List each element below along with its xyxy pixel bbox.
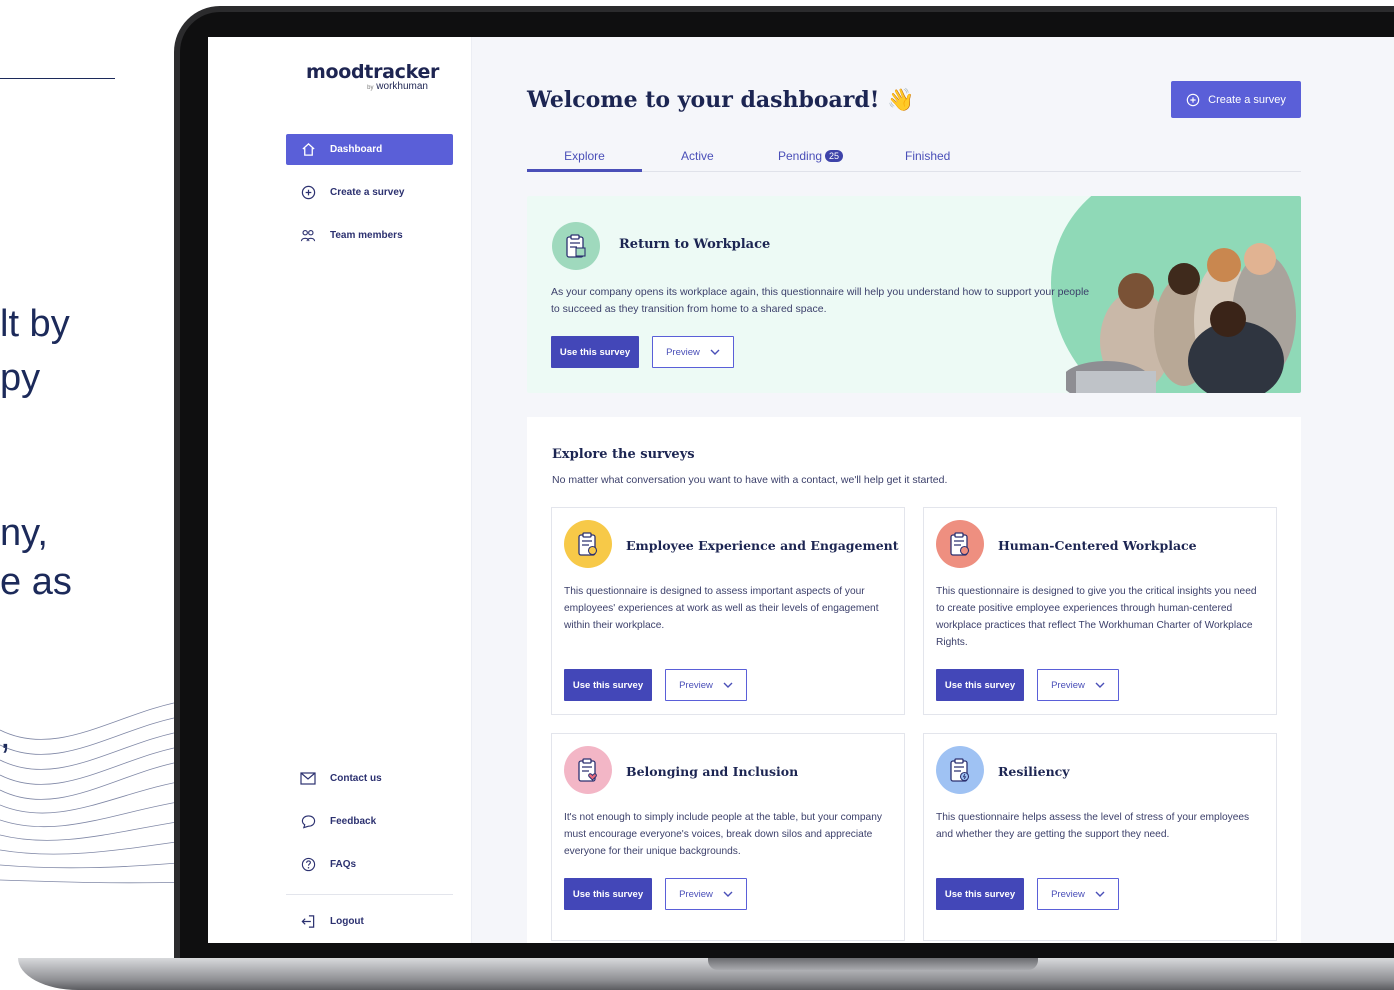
sidebar: moodtracker by workhuman Dashboard Creat…: [208, 37, 472, 943]
preview-button[interactable]: Preview: [1037, 669, 1119, 701]
sidebar-item-team-members[interactable]: Team members: [286, 220, 453, 251]
slide-text-fragment: py: [0, 357, 41, 399]
tab-pending[interactable]: Pending 25: [778, 149, 844, 172]
sidebar-item-faqs[interactable]: FAQs: [286, 849, 453, 880]
survey-card-description: This questionnaire helps assess the leve…: [936, 812, 1250, 840]
slide-stage: lt by py ny, e as , moodtracker by workh…: [0, 0, 1394, 990]
logout-icon: [300, 914, 316, 930]
clipboard-icon: [564, 520, 612, 568]
preview-button[interactable]: Preview: [665, 878, 747, 910]
home-icon: [300, 142, 316, 158]
slide-text-fragment: lt by: [0, 303, 70, 345]
tab-active[interactable]: Active: [681, 149, 714, 172]
team-photo: [1066, 243, 1296, 393]
use-survey-button[interactable]: Use this survey: [936, 669, 1024, 701]
preview-button[interactable]: Preview: [665, 669, 747, 701]
chevron-down-icon: [1095, 682, 1105, 689]
plus-circle-icon: [300, 185, 316, 201]
sidebar-item-logout[interactable]: Logout: [286, 906, 453, 937]
clipboard-icon: [552, 222, 600, 270]
sidebar-item-feedback[interactable]: Feedback: [286, 806, 453, 837]
explore-surveys-panel: Explore the surveys No matter what conve…: [527, 417, 1301, 943]
survey-card-description: This questionnaire is designed to assess…: [564, 586, 879, 631]
sidebar-divider: [286, 894, 453, 895]
decorative-waves: [0, 699, 190, 884]
use-survey-button[interactable]: Use this survey: [564, 669, 652, 701]
featured-survey-card: Return to Workplace As your company open…: [527, 196, 1301, 393]
pending-count-badge: 25: [825, 150, 844, 162]
tab-bar: Explore Active Pending 25 Finished: [527, 141, 1301, 172]
chevron-down-icon: [1095, 891, 1105, 898]
team-icon: [300, 228, 316, 244]
laptop-base: [18, 958, 1394, 990]
preview-label: Preview: [666, 346, 700, 358]
sidebar-item-create-survey[interactable]: Create a survey: [286, 177, 453, 208]
use-survey-button[interactable]: Use this survey: [936, 878, 1024, 910]
survey-card-title: Employee Experience and Engagement: [626, 538, 899, 553]
create-survey-label: Create a survey: [1208, 93, 1286, 106]
preview-label: Preview: [679, 679, 713, 691]
survey-card-title: Human-Centered Workplace: [998, 538, 1197, 553]
sidebar-item-label: Team members: [330, 230, 403, 241]
question-circle-icon: [300, 857, 316, 873]
sidebar-item-label: Dashboard: [330, 144, 383, 155]
chevron-down-icon: [723, 682, 733, 689]
slide-divider-line: [0, 78, 115, 79]
preview-label: Preview: [1051, 679, 1085, 691]
laptop-hinge-notch: [708, 958, 1038, 970]
sidebar-item-label: Contact us: [330, 773, 382, 784]
slide-text-fragment: ny,: [0, 512, 48, 554]
page-title: Welcome to your dashboard! 👋: [527, 87, 915, 113]
mail-icon: [300, 771, 316, 787]
use-survey-button[interactable]: Use this survey: [564, 878, 652, 910]
clipboard-icon: [564, 746, 612, 794]
survey-card: Belonging and Inclusion It's not enough …: [551, 733, 905, 941]
slide-text-fragment: e as: [0, 561, 72, 603]
survey-card: Human-Centered Workplace This questionna…: [923, 507, 1277, 715]
section-title: Explore the surveys: [552, 447, 695, 462]
section-subtitle: No matter what conversation you want to …: [552, 474, 948, 486]
sidebar-item-label: Feedback: [330, 816, 377, 827]
use-survey-button[interactable]: Use this survey: [551, 336, 639, 368]
survey-card: Resiliency This questionnaire helps asse…: [923, 733, 1277, 941]
survey-card-description: This questionnaire is designed to give y…: [936, 586, 1257, 648]
preview-label: Preview: [1051, 888, 1085, 900]
preview-button[interactable]: Preview: [652, 336, 734, 368]
survey-card: Employee Experience and Engagement This …: [551, 507, 905, 715]
tab-label: Pending: [778, 149, 823, 163]
sidebar-item-contact-us[interactable]: Contact us: [286, 763, 453, 794]
survey-card-description: It's not enough to simply include people…: [564, 812, 882, 857]
logo-wordmark: moodtracker: [306, 61, 440, 83]
sidebar-item-label: Create a survey: [330, 187, 405, 198]
survey-card-title: Belonging and Inclusion: [626, 764, 799, 779]
sidebar-item-dashboard[interactable]: Dashboard: [286, 134, 453, 165]
chevron-down-icon: [710, 349, 720, 356]
chat-bubble-icon: [300, 814, 316, 830]
survey-card-title: Resiliency: [998, 764, 1070, 779]
create-survey-button[interactable]: Create a survey: [1171, 81, 1301, 118]
clipboard-icon: [936, 746, 984, 794]
preview-label: Preview: [679, 888, 713, 900]
tab-explore[interactable]: Explore: [527, 149, 642, 172]
plus-circle-icon: [1186, 93, 1200, 107]
featured-survey-description: As your company opens its workplace agai…: [551, 286, 1090, 315]
preview-button[interactable]: Preview: [1037, 878, 1119, 910]
app-logo[interactable]: moodtracker by workhuman: [306, 61, 440, 92]
featured-survey-title: Return to Workplace: [619, 237, 771, 252]
chevron-down-icon: [723, 891, 733, 898]
tab-finished[interactable]: Finished: [905, 149, 950, 172]
sidebar-item-label: Logout: [330, 916, 364, 927]
clipboard-icon: [936, 520, 984, 568]
app-screen: moodtracker by workhuman Dashboard Creat…: [208, 37, 1394, 943]
sidebar-item-label: FAQs: [330, 859, 357, 870]
